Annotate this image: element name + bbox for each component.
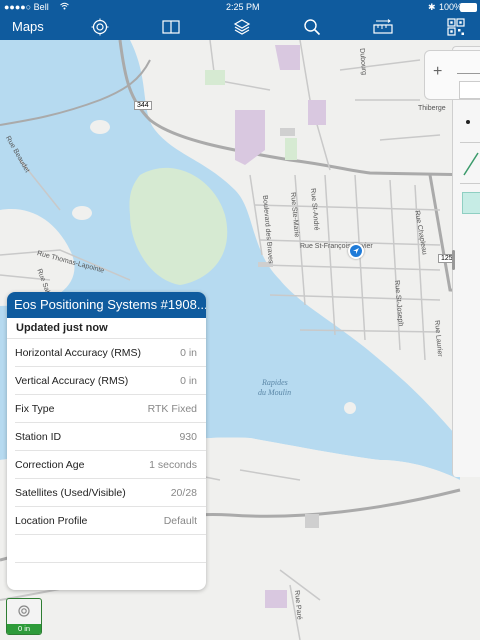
polygon-tool-icon[interactable] <box>462 192 480 214</box>
info-row-label: Station ID <box>15 430 62 443</box>
info-row: Station ID 930 <box>15 423 206 451</box>
info-row-label: Vertical Accuracy (RMS) <box>15 374 129 387</box>
layers-icon[interactable] <box>231 17 253 37</box>
empty-row <box>15 563 206 590</box>
search-icon[interactable] <box>301 17 323 37</box>
info-row-value: RTK Fixed <box>147 402 197 415</box>
info-row-value: 1 seconds <box>149 458 197 471</box>
water-label: Rapides <box>262 378 288 387</box>
line-tool-icon[interactable] <box>460 142 480 184</box>
maps-back-button[interactable]: Maps <box>12 19 44 34</box>
bluetooth-icon: ✱ <box>428 2 436 12</box>
qr-grid-icon[interactable] <box>445 17 467 37</box>
receiver-title[interactable]: Eos Positioning Systems #1908... <box>7 292 206 318</box>
info-row: Correction Age 1 seconds <box>15 451 206 479</box>
map-tools-panel <box>452 46 480 477</box>
clock-label: 2:25 PM <box>226 2 260 12</box>
point-tool-icon[interactable] <box>466 120 470 124</box>
battery-label: 100% <box>439 2 463 12</box>
color-swatch[interactable] <box>459 81 480 99</box>
nav-bar: Maps <box>0 14 480 40</box>
info-row-value: 0 in <box>180 374 197 387</box>
gps-target-icon[interactable] <box>89 17 111 37</box>
route-344-shield: 344 <box>134 101 152 110</box>
info-row-label: Location Profile <box>15 514 88 527</box>
plus-icon[interactable]: + <box>433 63 442 81</box>
info-row-label: Satellites (Used/Visible) <box>15 486 126 499</box>
carrier-label: ●●●●○ Bell <box>4 2 49 12</box>
water-label: du Moulin <box>258 388 292 397</box>
measure-ruler-icon[interactable] <box>372 17 394 37</box>
update-status: Updated just now <box>7 318 206 339</box>
gps-status-button[interactable]: 0 in <box>6 598 42 635</box>
drawing-tools-box: + <box>424 50 480 100</box>
empty-row <box>15 535 206 563</box>
minus-icon[interactable] <box>457 73 480 74</box>
gnss-status-panel: Eos Positioning Systems #1908... Updated… <box>7 292 206 590</box>
street-label: Thiberge <box>418 105 446 112</box>
info-row: Horizontal Accuracy (RMS) 0 in <box>15 339 206 367</box>
battery-icon <box>460 3 477 12</box>
info-row-label: Correction Age <box>15 458 85 471</box>
info-row: Location Profile Default <box>15 507 206 535</box>
book-icon[interactable] <box>160 17 182 37</box>
info-row-value: Default <box>163 514 197 527</box>
gps-target-icon <box>18 605 30 617</box>
gps-accuracy-label: 0 in <box>7 624 41 634</box>
status-bar: ●●●●○ Bell 2:25 PM ✱ 100% <box>0 0 480 14</box>
current-location-marker[interactable] <box>348 243 364 259</box>
panel-drag-handle[interactable] <box>452 250 455 270</box>
info-row-label: Horizontal Accuracy (RMS) <box>15 346 142 359</box>
info-row-label: Fix Type <box>15 402 55 415</box>
info-row-value: 930 <box>179 430 197 443</box>
info-row-value: 20/28 <box>170 486 197 499</box>
info-row: Satellites (Used/Visible) 20/28 <box>15 479 206 507</box>
info-row: Vertical Accuracy (RMS) 0 in <box>15 367 206 395</box>
info-row: Fix Type RTK Fixed <box>15 395 206 423</box>
wifi-icon <box>60 2 69 12</box>
info-row-value: 0 in <box>180 346 197 359</box>
